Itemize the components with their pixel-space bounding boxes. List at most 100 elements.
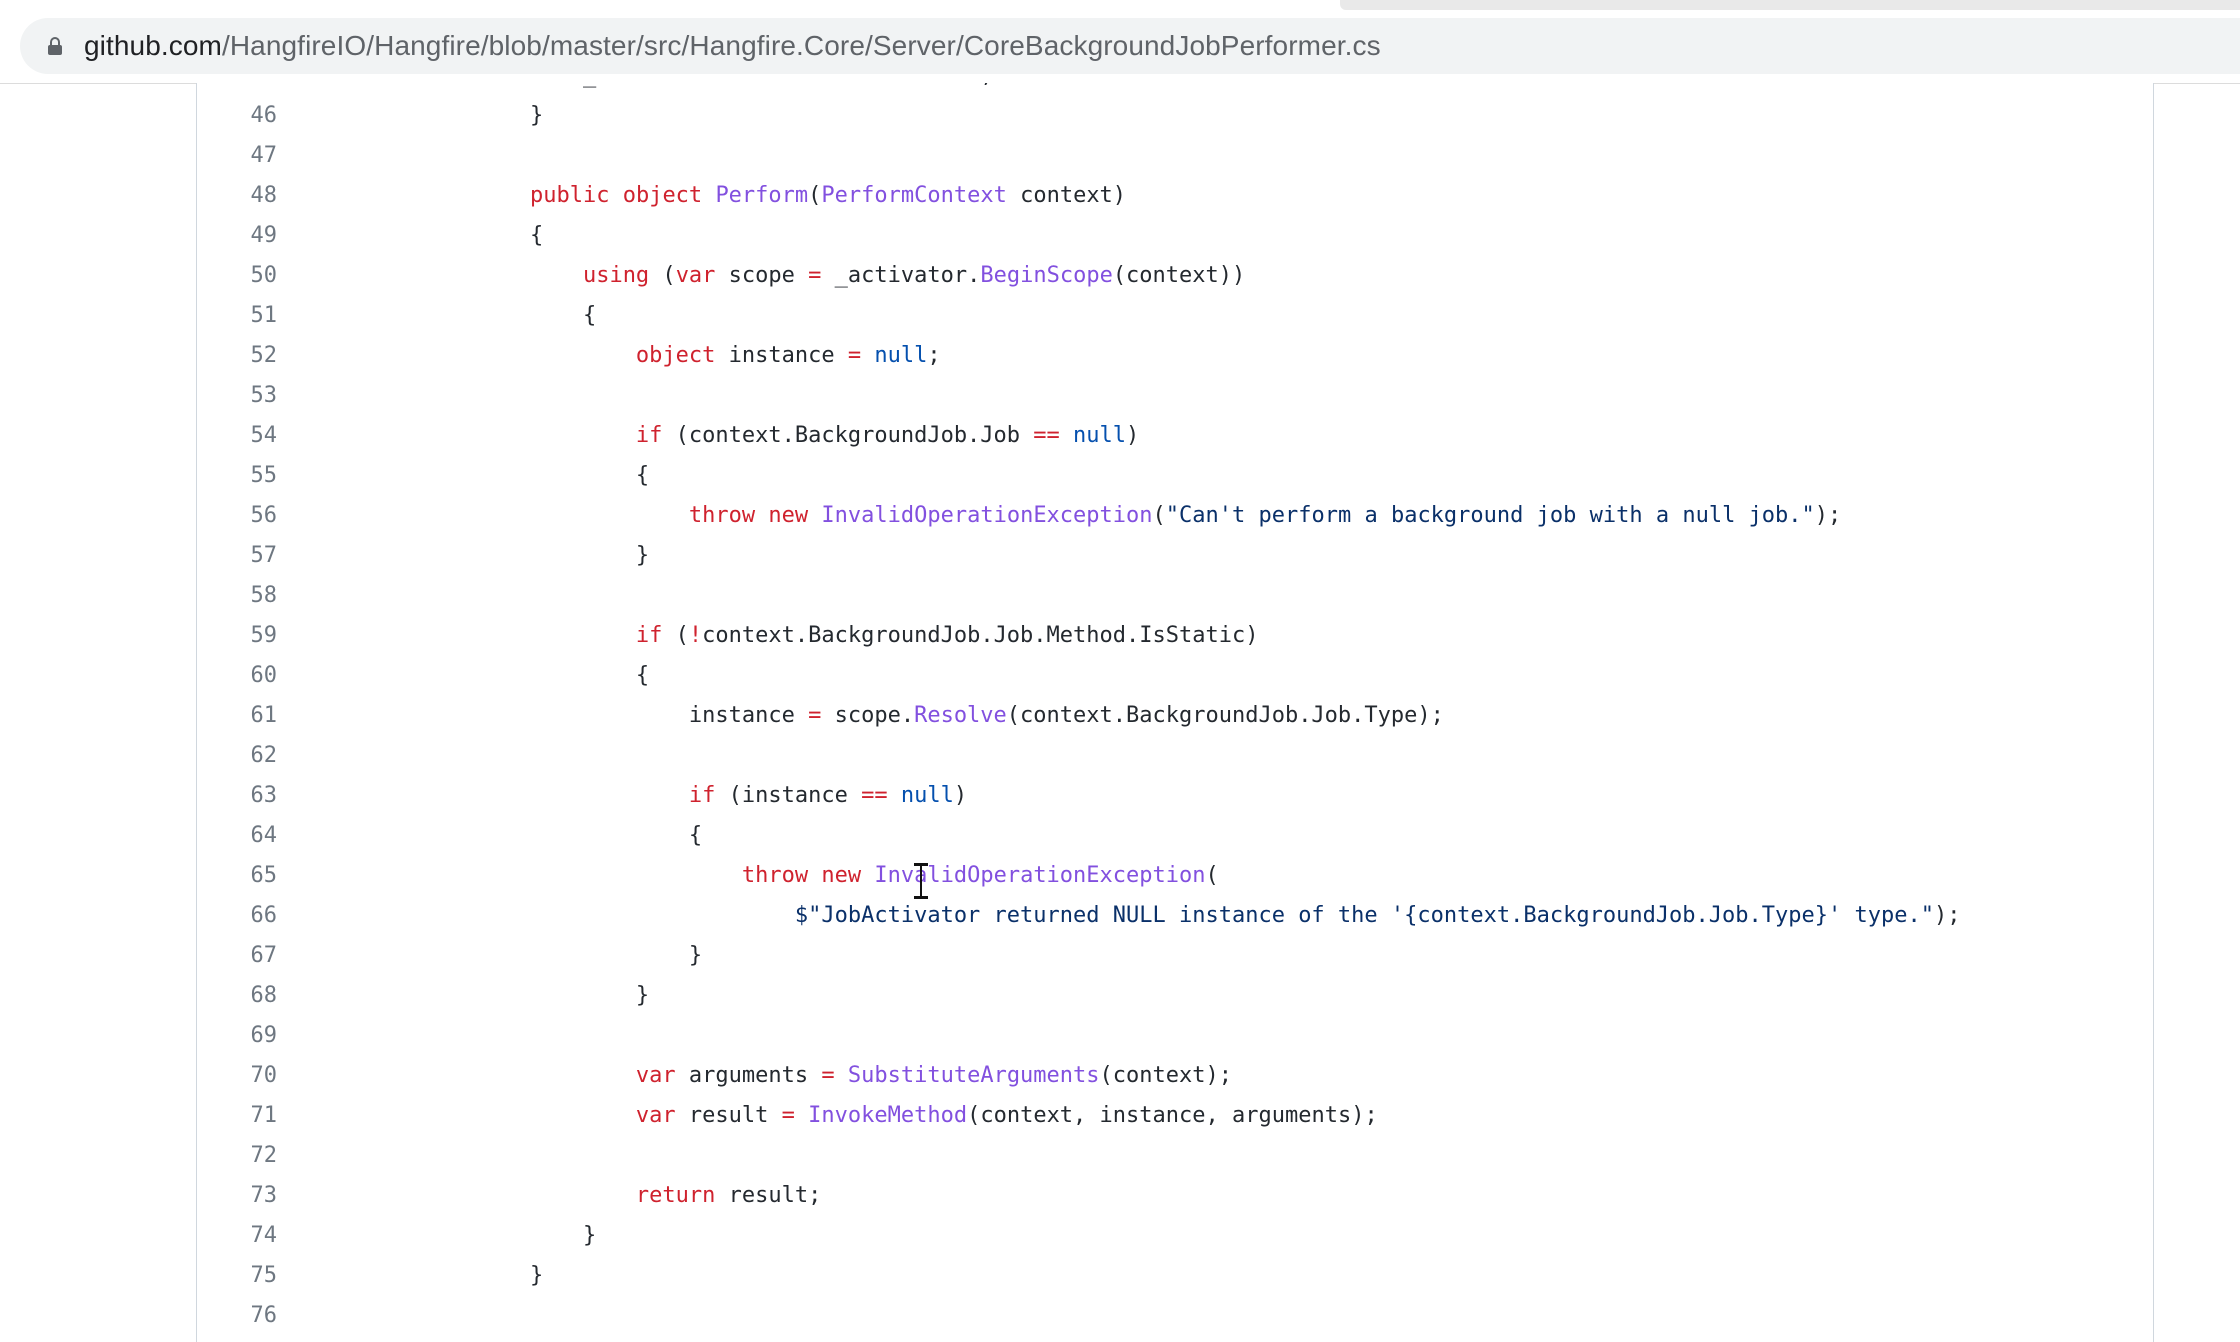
code-token: result; <box>715 1183 822 1208</box>
line-number[interactable]: 51 <box>197 296 278 336</box>
code-token: _activator. <box>821 263 981 288</box>
code-token: new <box>821 863 862 888</box>
code-token: { <box>424 303 597 328</box>
line-number[interactable]: 49 <box>197 216 278 256</box>
code-token: SubstituteArguments <box>847 1063 1100 1088</box>
code-token: scope. <box>821 703 915 728</box>
code-text: var result = InvokeMethod(context, insta… <box>424 1096 1378 1136</box>
code-token: PerformContext <box>821 183 1007 208</box>
code-line: 62 <box>197 736 2153 776</box>
line-number[interactable]: 45 <box>197 83 278 96</box>
code-line: 51 { <box>197 296 2153 336</box>
line-number[interactable]: 53 <box>197 376 278 416</box>
code-token: } <box>424 103 544 128</box>
line-number[interactable]: 46 <box>197 96 278 136</box>
code-token: taskScheduler; <box>795 83 993 88</box>
code-line: 74 } <box>197 1216 2153 1256</box>
code-token: { <box>424 223 544 248</box>
line-number[interactable]: 66 <box>197 896 278 936</box>
line-number[interactable]: 57 <box>197 536 278 576</box>
line-number[interactable]: 63 <box>197 776 278 816</box>
code-text: if (!context.BackgroundJob.Job.Method.Is… <box>424 616 1259 656</box>
code-text: if (instance == null) <box>424 776 967 816</box>
code-line: 67 } <box>197 936 2153 976</box>
code-text: { <box>424 216 543 256</box>
line-number[interactable]: 67 <box>197 936 278 976</box>
code-line: 64 { <box>197 816 2153 856</box>
line-number[interactable]: 71 <box>197 1096 278 1136</box>
code-token: object <box>635 343 716 368</box>
code-line: 75 } <box>197 1256 2153 1296</box>
code-token: InvalidOperationException <box>821 503 1153 528</box>
line-number[interactable]: 74 <box>197 1216 278 1256</box>
code-token: BeginScope <box>980 263 1113 288</box>
line-number[interactable]: 64 <box>197 816 278 856</box>
code-token: ! <box>688 623 703 648</box>
lock-icon[interactable] <box>48 37 62 55</box>
line-number[interactable]: 50 <box>197 256 278 296</box>
code-token: } <box>424 1263 544 1288</box>
line-number[interactable]: 54 <box>197 416 278 456</box>
url-path: /HangfireIO/Hangfire/blob/master/src/Han… <box>221 30 1381 61</box>
code-token: ); <box>1933 903 1961 928</box>
line-number[interactable]: 55 <box>197 456 278 496</box>
code-text: instance = scope.Resolve(context.Backgro… <box>424 696 1444 736</box>
code-token: { <box>424 663 650 688</box>
line-number[interactable]: 69 <box>197 1016 278 1056</box>
code-token: } <box>424 1223 597 1248</box>
code-token: = <box>782 83 795 88</box>
line-number[interactable]: 72 <box>197 1136 278 1176</box>
line-number[interactable]: 73 <box>197 1176 278 1216</box>
code-line: 52 object instance = null; <box>197 336 2153 376</box>
code-token: } <box>424 983 650 1008</box>
code-line: 69 <box>197 1016 2153 1056</box>
code-line: 55 { <box>197 456 2153 496</box>
line-number[interactable]: 59 <box>197 616 278 656</box>
line-number[interactable]: 68 <box>197 976 278 1016</box>
line-number[interactable]: 76 <box>197 1296 278 1336</box>
code-text: { <box>424 296 596 336</box>
code-token: (context)) <box>1112 263 1246 288</box>
code-token: _taskScheduler <box>424 83 782 88</box>
code-view: 45 _taskScheduler = taskScheduler;46 }47… <box>196 83 2154 1342</box>
code-token: ( <box>808 183 822 208</box>
code-token: null <box>1073 423 1127 448</box>
line-number[interactable]: 48 <box>197 176 278 216</box>
code-token: throw <box>688 503 756 528</box>
code-token: object <box>622 183 703 208</box>
code-text: { <box>424 456 649 496</box>
code-token: throw <box>741 863 809 888</box>
line-number[interactable]: 52 <box>197 336 278 376</box>
code-token: Perform <box>715 183 809 208</box>
line-number[interactable]: 56 <box>197 496 278 536</box>
line-number[interactable]: 70 <box>197 1056 278 1096</box>
line-number[interactable]: 60 <box>197 656 278 696</box>
address-bar[interactable]: github.com/HangfireIO/Hangfire/blob/mast… <box>20 18 2240 74</box>
code-token: == <box>861 783 888 808</box>
code-line: 63 if (instance == null) <box>197 776 2153 816</box>
code-text: throw new InvalidOperationException("Can… <box>424 496 1841 536</box>
line-number[interactable]: 58 <box>197 576 278 616</box>
code-token: if <box>688 783 716 808</box>
line-number[interactable]: 62 <box>197 736 278 776</box>
code-line: 66 $"JobActivator returned NULL instance… <box>197 896 2153 936</box>
code-line: 46 } <box>197 96 2153 136</box>
code-line: 50 using (var scope = _activator.BeginSc… <box>197 256 2153 296</box>
line-number[interactable]: 61 <box>197 696 278 736</box>
line-number[interactable]: 75 <box>197 1256 278 1296</box>
code-line: 53 <box>197 376 2153 416</box>
line-number[interactable]: 47 <box>197 136 278 176</box>
line-number[interactable]: 65 <box>197 856 278 896</box>
url-text[interactable]: github.com/HangfireIO/Hangfire/blob/mast… <box>84 30 1381 62</box>
code-token: } <box>424 543 650 568</box>
